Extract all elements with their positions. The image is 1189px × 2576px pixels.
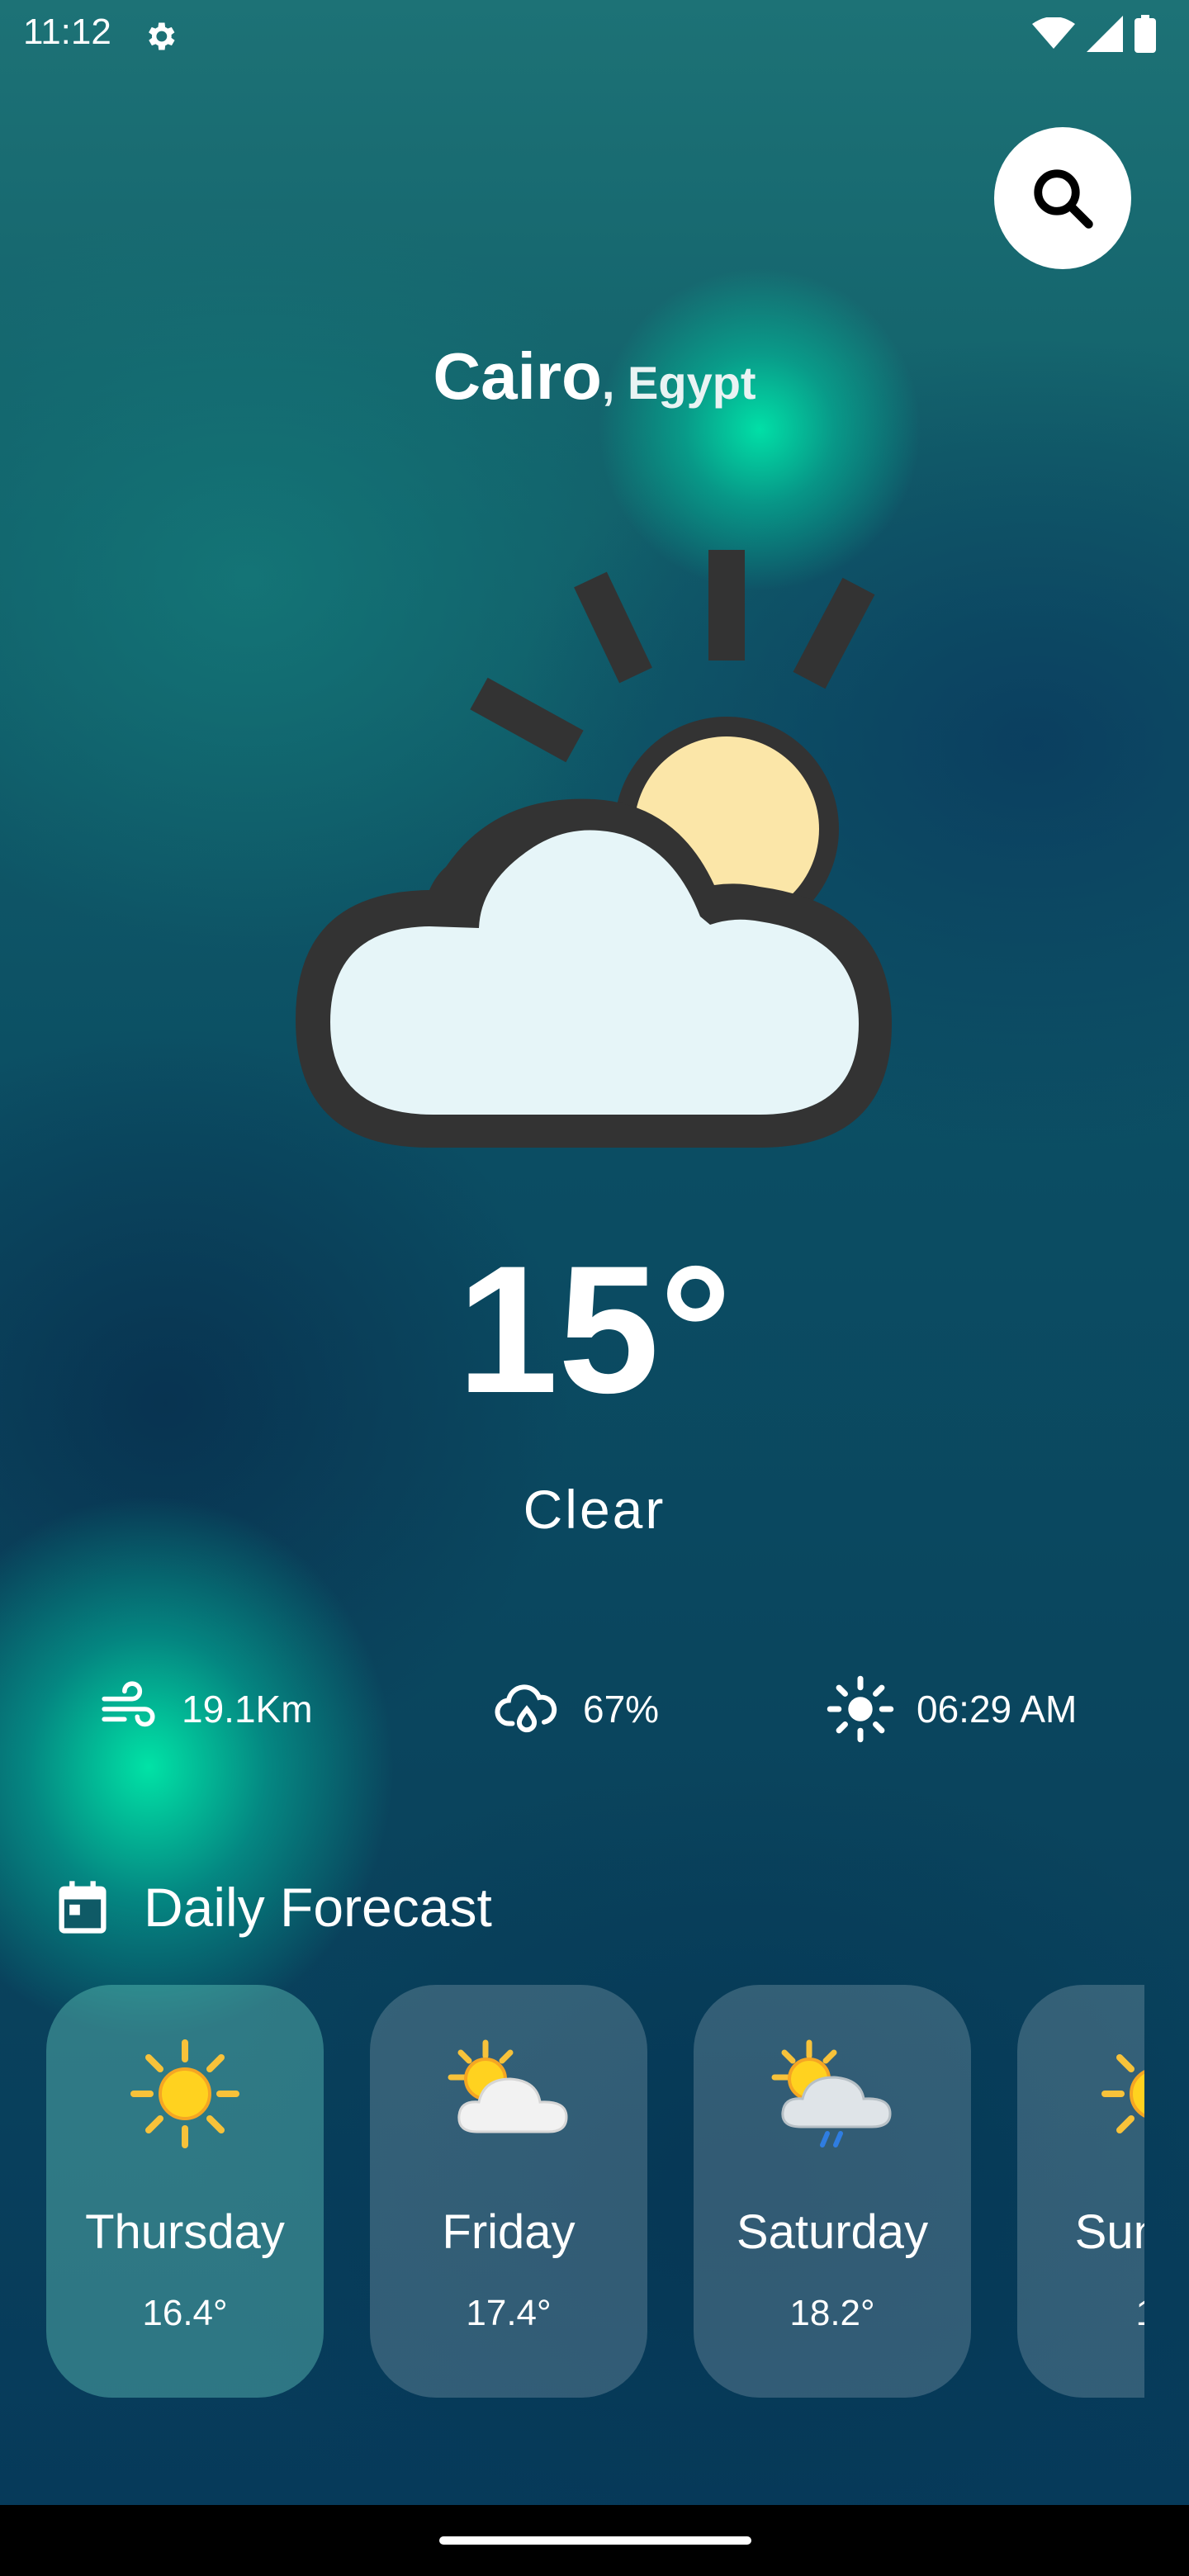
forecast-header: Daily Forecast: [51, 1874, 492, 1940]
forecast-day: Friday: [442, 2205, 576, 2259]
weather-condition: Clear: [523, 1479, 666, 1540]
forecast-temp: 17: [1136, 2293, 1144, 2334]
settings-gear-icon: [149, 22, 175, 50]
forecast-day: Saturday: [736, 2205, 929, 2259]
forecast-carousel[interactable]: Thursday 16.4° Friday 17.4° Saturday 18.…: [46, 1985, 1144, 2398]
calendar-icon: [59, 1881, 107, 1934]
forecast-day: Thursday: [85, 2205, 285, 2259]
humidity-icon: [495, 1684, 557, 1733]
search-icon: [1034, 169, 1093, 229]
sun-icon: [130, 2039, 239, 2148]
humidity-value: 67%: [583, 1688, 660, 1731]
cloud-rain-icon: [771, 2039, 892, 2147]
status-time: 11:12: [23, 12, 111, 52]
forecast-temp: 17.4°: [466, 2293, 552, 2333]
forecast-card-sunday[interactable]: Sunday 17: [1017, 1985, 1144, 2398]
forecast-card-saturday[interactable]: Saturday 18.2°: [694, 1985, 971, 2398]
home-gesture-handle[interactable]: [439, 2536, 751, 2545]
forecast-card-friday[interactable]: Friday 17.4°: [370, 1985, 647, 2398]
forecast-day: Sunday: [1074, 2205, 1144, 2259]
sun-icon: [1101, 2054, 1144, 2133]
forecast-title: Daily Forecast: [144, 1877, 492, 1938]
current-temperature: 15°: [457, 1228, 732, 1431]
country-name: , Egypt: [601, 357, 756, 409]
sunrise-stat: 06:29 AM: [826, 1675, 1078, 1743]
forecast-card-thursday[interactable]: Thursday 16.4°: [46, 1985, 324, 2398]
wind-stat: 19.1Km: [99, 1676, 313, 1742]
forecast-temp: 16.4°: [142, 2293, 228, 2333]
wind-value: 19.1Km: [182, 1688, 313, 1731]
battery-icon: [1135, 15, 1156, 53]
humidity-stat: 67%: [492, 1676, 659, 1742]
sunrise-icon: [827, 1675, 894, 1743]
forecast-temp: 18.2°: [789, 2293, 875, 2333]
status-bar: 11:12: [0, 0, 1189, 69]
partly-cloudy-icon: [448, 2039, 568, 2133]
wind-icon: [102, 1681, 155, 1727]
cell-signal-icon: [1087, 16, 1123, 52]
city-name: Cairo: [433, 339, 602, 413]
status-icons: [1032, 15, 1156, 53]
sunrise-value: 06:29 AM: [917, 1688, 1078, 1731]
wifi-icon: [1032, 17, 1075, 49]
partly-cloudy-icon: [296, 550, 892, 1148]
search-button[interactable]: [994, 127, 1131, 269]
location-title: Cairo, Egypt: [0, 339, 1189, 414]
